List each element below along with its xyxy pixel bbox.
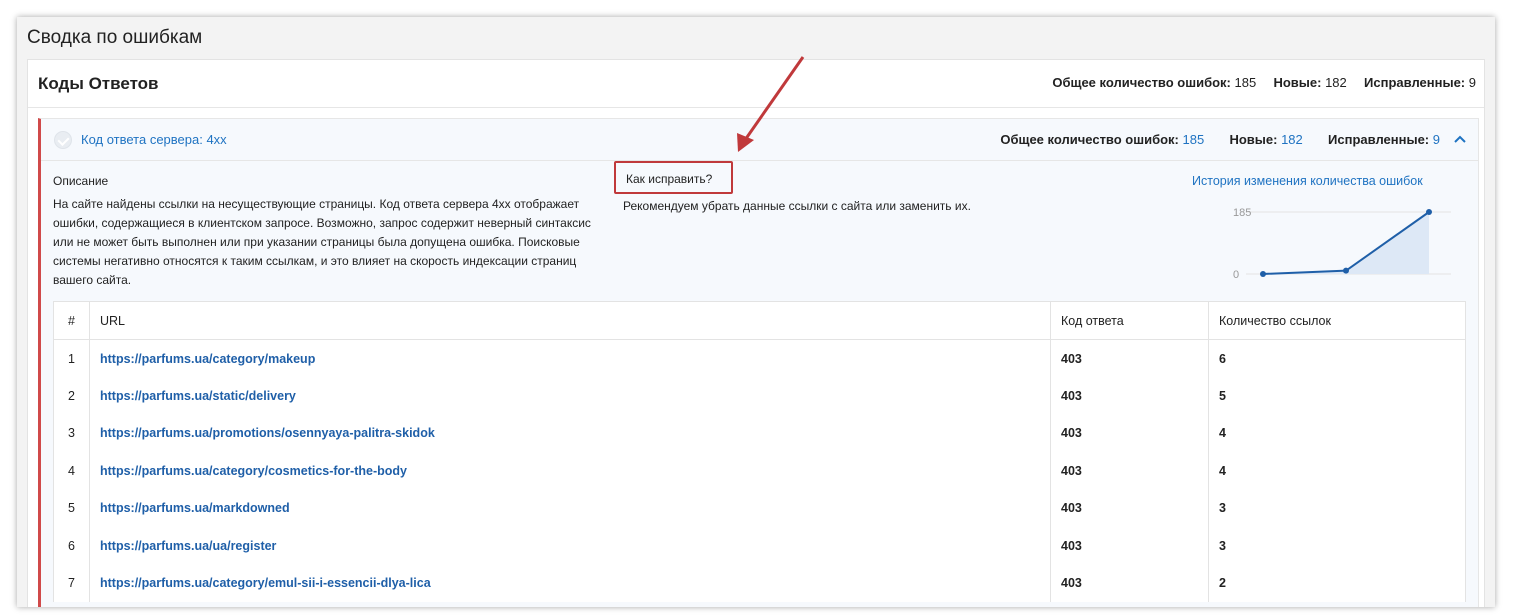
row-code: 403: [1050, 527, 1209, 565]
row-url-link[interactable]: https://parfums.ua/static/delivery: [100, 389, 296, 403]
col-url-header: URL: [89, 301, 1051, 340]
total-value: 185: [1234, 75, 1257, 90]
table-row: 4 https://parfums.ua/category/cosmetics-f…: [53, 452, 1466, 490]
group-fixed-label: Исправленные:: [1328, 132, 1430, 147]
card-header: Коды Ответов Общее количество ошибок: 18…: [28, 60, 1484, 108]
how-to-fix-label: Как исправить?: [626, 172, 713, 186]
row-num: 6: [53, 527, 90, 565]
row-url-cell: https://parfums.ua/ua/register: [89, 527, 1051, 565]
group-total-label: Общее количество ошибок:: [1000, 132, 1179, 147]
card-title: Коды Ответов: [38, 74, 159, 93]
row-url-cell: https://parfums.ua/promotions/osennyaya-…: [89, 414, 1051, 452]
row-num: 4: [53, 452, 90, 490]
row-code: 403: [1050, 564, 1209, 602]
history-chart-title[interactable]: История изменения количества ошибок: [1192, 174, 1423, 188]
report-window: Сводка по ошибкам Коды Ответов Общее кол…: [17, 17, 1495, 607]
how-to-fix-highlight: Как исправить?: [614, 161, 733, 194]
table-row: 1 https://parfums.ua/category/makeup 403 6: [53, 339, 1466, 377]
row-url-cell: https://parfums.ua/markdowned: [89, 489, 1051, 527]
new-label: Новые:: [1273, 75, 1322, 90]
series-area: [1263, 212, 1429, 274]
fixed-value: 9: [1468, 75, 1476, 90]
group-fixed-value[interactable]: 9: [1433, 132, 1440, 147]
data-point[interactable]: [1260, 271, 1266, 277]
how-to-fix-text: Рекомендуем убрать данные ссылки с сайта…: [623, 199, 971, 213]
row-count: 3: [1208, 527, 1466, 565]
error-group-stats: Общее количество ошибок: 185 Новые: 182 …: [1000, 132, 1440, 147]
table-row: 7 https://parfums.ua/category/emul-sii-i-…: [53, 564, 1466, 602]
row-count: 6: [1208, 339, 1466, 377]
y-tick-label: 0: [1233, 269, 1239, 281]
row-count: 3: [1208, 489, 1466, 527]
row-url-cell: https://parfums.ua/category/makeup: [89, 339, 1051, 377]
group-total-value[interactable]: 185: [1183, 132, 1205, 147]
col-num-header: #: [53, 301, 90, 340]
col-count-header: Количество ссылок: [1208, 301, 1466, 340]
error-group-title[interactable]: Код ответа сервера: 4xx: [81, 132, 227, 147]
data-point[interactable]: [1426, 209, 1432, 215]
row-url-link[interactable]: https://parfums.ua/category/makeup: [100, 352, 315, 366]
table-row: 2 https://parfums.ua/static/delivery 403 5: [53, 377, 1466, 415]
row-url-cell: https://parfums.ua/static/delivery: [89, 377, 1051, 415]
history-chart: 1850: [1233, 207, 1451, 281]
row-code: 403: [1050, 452, 1209, 490]
y-tick-label: 185: [1233, 207, 1251, 219]
row-count: 5: [1208, 377, 1466, 415]
row-count: 2: [1208, 564, 1466, 602]
row-code: 403: [1050, 489, 1209, 527]
table-row: 3 https://parfums.ua/promotions/osennyaya…: [53, 414, 1466, 452]
error-urls-table: # URL Код ответа Количество ссылок 1 http…: [53, 301, 1466, 602]
error-group-4xx: Код ответа сервера: 4xx Общее количество…: [38, 118, 1479, 607]
table-row: 6 https://parfums.ua/ua/register 403 3: [53, 527, 1466, 565]
page-title: Сводка по ошибкам: [27, 27, 203, 48]
row-count: 4: [1208, 452, 1466, 490]
table-row: 5 https://parfums.ua/markdowned 403 3: [53, 489, 1466, 527]
row-url-cell: https://parfums.ua/category/emul-sii-i-e…: [89, 564, 1051, 602]
row-url-link[interactable]: https://parfums.ua/category/emul-sii-i-e…: [100, 576, 431, 590]
row-num: 2: [53, 377, 90, 415]
new-value: 182: [1325, 75, 1347, 90]
table-header-row: # URL Код ответа Количество ссылок: [53, 301, 1466, 340]
row-code: 403: [1050, 377, 1209, 415]
response-codes-card: Коды Ответов Общее количество ошибок: 18…: [27, 59, 1485, 607]
col-code-header: Код ответа: [1050, 301, 1209, 340]
row-code: 403: [1050, 414, 1209, 452]
row-num: 5: [53, 489, 90, 527]
row-count: 4: [1208, 414, 1466, 452]
row-url-link[interactable]: https://parfums.ua/category/cosmetics-fo…: [100, 464, 407, 478]
fixed-label: Исправленные:: [1364, 75, 1466, 90]
row-url-link[interactable]: https://parfums.ua/ua/register: [100, 539, 276, 553]
row-url-link[interactable]: https://parfums.ua/markdowned: [100, 501, 290, 515]
data-point[interactable]: [1343, 267, 1349, 274]
chevron-up-icon[interactable]: [1452, 131, 1468, 147]
row-num: 3: [53, 414, 90, 452]
card-stats: Общее количество ошибок: 185 Новые: 182 …: [1052, 75, 1476, 90]
row-url-cell: https://parfums.ua/category/cosmetics-fo…: [89, 452, 1051, 490]
group-new-value[interactable]: 182: [1281, 132, 1303, 147]
row-num: 7: [53, 564, 90, 602]
error-group-header[interactable]: Код ответа сервера: 4xx Общее количество…: [41, 119, 1478, 161]
row-num: 1: [53, 339, 90, 377]
row-code: 403: [1050, 339, 1209, 377]
total-label: Общее количество ошибок:: [1052, 75, 1231, 90]
description-text: На сайте найдены ссылки на несуществующи…: [53, 197, 591, 287]
group-new-label: Новые:: [1229, 132, 1278, 147]
check-icon[interactable]: [54, 131, 72, 149]
description-label: Описание: [53, 174, 109, 188]
row-url-link[interactable]: https://parfums.ua/promotions/osennyaya-…: [100, 426, 435, 440]
